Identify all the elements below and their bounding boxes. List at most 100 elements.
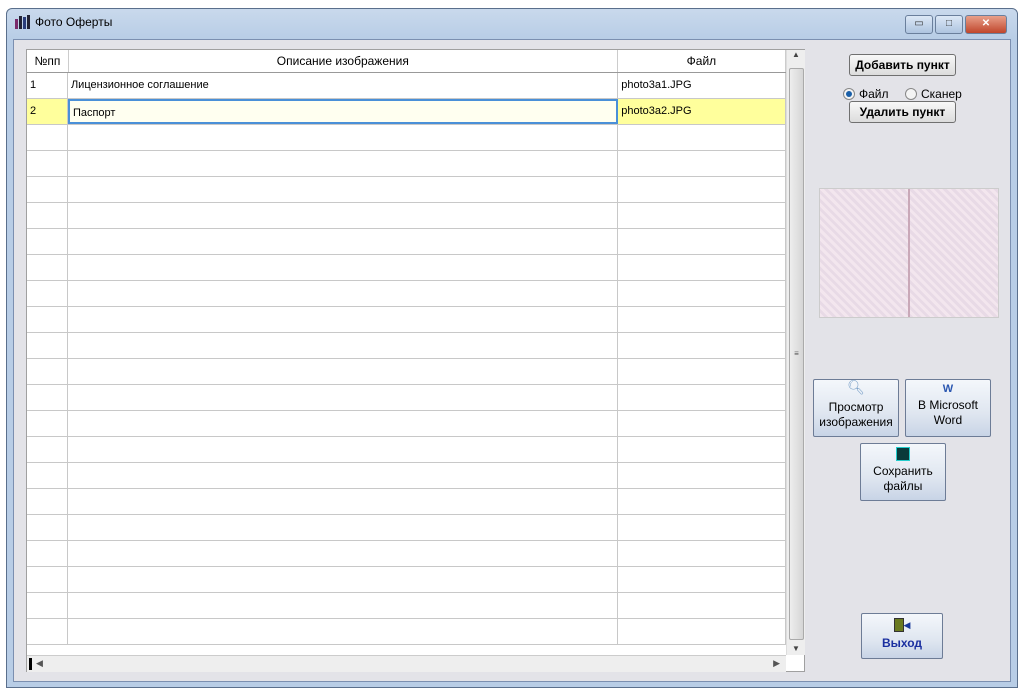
table-row-empty[interactable] [27, 125, 786, 151]
cell-empty[interactable] [68, 411, 619, 436]
cell-empty[interactable] [618, 489, 786, 514]
cell-empty[interactable] [27, 177, 68, 202]
table-row-empty[interactable] [27, 177, 786, 203]
cell-empty[interactable] [27, 203, 68, 228]
exit-button[interactable]: ◀ Выход [861, 613, 943, 659]
table-row-empty[interactable] [27, 541, 786, 567]
cell-file[interactable]: photo3a1.JPG [618, 73, 786, 98]
cell-empty[interactable] [68, 515, 619, 540]
export-word-button[interactable]: W В Microsoft Word [905, 379, 991, 437]
cell-empty[interactable] [27, 489, 68, 514]
cell-empty[interactable] [27, 437, 68, 462]
cell-empty[interactable] [618, 619, 786, 644]
cell-empty[interactable] [27, 619, 68, 644]
cell-empty[interactable] [68, 333, 619, 358]
cell-empty[interactable] [68, 489, 619, 514]
table-row-empty[interactable] [27, 411, 786, 437]
cell-empty[interactable] [68, 281, 619, 306]
radio-selected-icon[interactable] [843, 88, 855, 100]
table-row-empty[interactable] [27, 333, 786, 359]
cell-empty[interactable] [68, 385, 619, 410]
cell-empty[interactable] [27, 359, 68, 384]
cell-empty[interactable] [68, 541, 619, 566]
cell-empty[interactable] [27, 333, 68, 358]
cell-empty[interactable] [618, 229, 786, 254]
cell-empty[interactable] [618, 203, 786, 228]
cell-empty[interactable] [618, 541, 786, 566]
cell-empty[interactable] [618, 411, 786, 436]
table-row-empty[interactable] [27, 593, 786, 619]
col-header-file[interactable]: Файл [618, 50, 786, 72]
cell-empty[interactable] [68, 125, 619, 150]
horizontal-scrollbar[interactable]: ◀ ▶ [27, 655, 786, 672]
radio-unselected-icon[interactable] [905, 88, 917, 100]
cell-empty[interactable] [618, 515, 786, 540]
scroll-left-icon[interactable]: ◀ [36, 658, 43, 669]
add-item-button[interactable]: Добавить пункт [849, 54, 956, 76]
delete-item-button[interactable]: Удалить пункт [849, 101, 956, 123]
cell-empty[interactable] [27, 593, 68, 618]
table-row-empty[interactable] [27, 463, 786, 489]
cell-empty[interactable] [27, 411, 68, 436]
cell-empty[interactable] [618, 281, 786, 306]
table-row-empty[interactable] [27, 229, 786, 255]
cell-empty[interactable] [618, 125, 786, 150]
cell-file[interactable]: photo3a2.JPG [618, 99, 786, 124]
cell-empty[interactable] [618, 593, 786, 618]
radio-file[interactable]: Файл [843, 87, 889, 101]
cell-empty[interactable] [618, 333, 786, 358]
cell-empty[interactable] [68, 203, 619, 228]
cell-empty[interactable] [27, 255, 68, 280]
table-row-empty[interactable] [27, 567, 786, 593]
radio-scanner[interactable]: Сканер [905, 87, 962, 101]
cell-empty[interactable] [27, 229, 68, 254]
table-row-empty[interactable] [27, 385, 786, 411]
table-row[interactable]: 1 Лицензионное соглашение photo3a1.JPG [27, 73, 786, 99]
table-row-empty[interactable] [27, 515, 786, 541]
cell-empty[interactable] [27, 463, 68, 488]
col-header-description[interactable]: Описание изображения [69, 50, 618, 72]
view-image-button[interactable]: 🔍︎ Просмотр изображения [813, 379, 899, 437]
cell-empty[interactable] [27, 307, 68, 332]
cell-empty[interactable] [68, 151, 619, 176]
cell-empty[interactable] [68, 255, 619, 280]
table-row-selected[interactable]: 2 Паспорт photo3a2.JPG [27, 99, 786, 125]
cell-empty[interactable] [68, 359, 619, 384]
cell-empty[interactable] [27, 151, 68, 176]
table-row-empty[interactable] [27, 619, 786, 645]
cell-empty[interactable] [27, 385, 68, 410]
cell-empty[interactable] [618, 177, 786, 202]
cell-empty[interactable] [68, 593, 619, 618]
table-row-empty[interactable] [27, 151, 786, 177]
cell-empty[interactable] [68, 437, 619, 462]
scroll-up-icon[interactable]: ▲ [787, 50, 805, 59]
cell-description-editing[interactable]: Паспорт [67, 99, 619, 124]
scroll-thumb[interactable]: ≡ [789, 68, 804, 640]
maximize-button[interactable]: □ [935, 15, 963, 34]
save-files-button[interactable]: Сохранить файлы [860, 443, 946, 501]
cell-empty[interactable] [68, 229, 619, 254]
cell-description[interactable]: Лицензионное соглашение [68, 73, 619, 98]
table-row-empty[interactable] [27, 489, 786, 515]
cell-empty[interactable] [618, 567, 786, 592]
cell-empty[interactable] [27, 567, 68, 592]
cell-empty[interactable] [618, 463, 786, 488]
cell-empty[interactable] [618, 437, 786, 462]
table-row-empty[interactable] [27, 307, 786, 333]
cell-empty[interactable] [618, 359, 786, 384]
cell-empty[interactable] [68, 463, 619, 488]
cell-empty[interactable] [27, 541, 68, 566]
cell-empty[interactable] [27, 281, 68, 306]
cell-empty[interactable] [27, 515, 68, 540]
table-row-empty[interactable] [27, 437, 786, 463]
cell-num[interactable]: 1 [27, 73, 68, 98]
scroll-right-icon[interactable]: ▶ [773, 658, 780, 669]
cell-empty[interactable] [618, 385, 786, 410]
cell-empty[interactable] [27, 125, 68, 150]
cell-empty[interactable] [618, 255, 786, 280]
close-button[interactable]: ✕ [965, 15, 1007, 34]
cell-empty[interactable] [68, 307, 619, 332]
cell-empty[interactable] [68, 619, 619, 644]
table-row-empty[interactable] [27, 359, 786, 385]
minimize-button[interactable]: ▭ [905, 15, 933, 34]
